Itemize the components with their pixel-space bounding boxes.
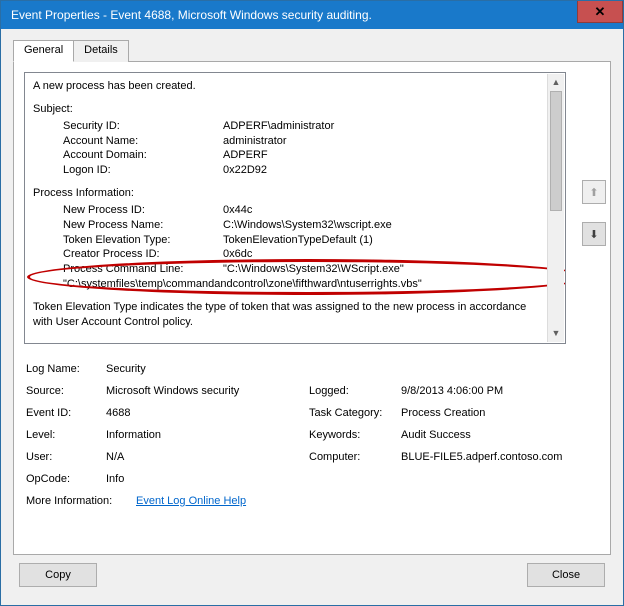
prev-event-button[interactable]: ⬆ (582, 180, 606, 204)
task-category-value: Process Creation (401, 407, 564, 419)
new-process-id-label: New Process ID: (63, 203, 223, 218)
scroll-down-icon[interactable]: ▼ (548, 325, 564, 342)
subject-header: Subject: (33, 102, 539, 117)
close-icon: ✕ (595, 4, 606, 20)
user-value: N/A (106, 451, 309, 463)
log-name-label: Log Name: (26, 363, 106, 375)
more-information-label: More Information: (26, 495, 136, 507)
desc-footer: Token Elevation Type indicates the type … (33, 300, 539, 330)
user-label: User: (26, 451, 106, 463)
scroll-up-icon[interactable]: ▲ (548, 74, 564, 91)
event-log-online-help-link[interactable]: Event Log Online Help (136, 495, 246, 507)
desc-heading: A new process has been created. (33, 79, 539, 94)
opcode-value: Info (106, 473, 309, 485)
security-id-label: Security ID: (63, 119, 223, 134)
event-properties-window: Event Properties - Event 4688, Microsoft… (0, 0, 624, 606)
level-value: Information (106, 429, 309, 441)
new-process-name-label: New Process Name: (63, 218, 223, 233)
event-id-value: 4688 (106, 407, 309, 419)
opcode-label: OpCode: (26, 473, 106, 485)
token-elevation-type-label: Token Elevation Type: (63, 233, 223, 248)
account-domain-value: ADPERF (223, 148, 268, 163)
event-id-label: Event ID: (26, 407, 106, 419)
log-name-value: Security (106, 363, 309, 375)
logon-id-value: 0x22D92 (223, 163, 267, 178)
source-label: Source: (26, 385, 106, 397)
keywords-value: Audit Success (401, 429, 564, 441)
titlebar[interactable]: Event Properties - Event 4688, Microsoft… (1, 1, 623, 29)
new-process-name-value: C:\Windows\System32\wscript.exe (223, 218, 392, 233)
event-description: A new process has been created. Subject:… (24, 72, 566, 344)
tab-details[interactable]: Details (73, 40, 129, 62)
computer-value: BLUE-FILE5.adperf.contoso.com (401, 451, 564, 463)
account-name-label: Account Name: (63, 134, 223, 149)
event-summary: Log Name: Security Source: Microsoft Win… (24, 354, 566, 512)
logged-label: Logged: (309, 385, 401, 397)
close-button[interactable]: Close (527, 563, 605, 587)
description-scrollbar[interactable]: ▲ ▼ (547, 74, 564, 342)
creator-process-id-value: 0x6dc (223, 247, 252, 262)
window-close-button[interactable]: ✕ (577, 1, 623, 23)
new-process-id-value: 0x44c (223, 203, 252, 218)
next-event-button[interactable]: ⬇ (582, 222, 606, 246)
tab-general[interactable]: General (13, 40, 74, 62)
security-id-value: ADPERF\administrator (223, 119, 334, 134)
source-value: Microsoft Windows security (106, 385, 309, 397)
scroll-thumb[interactable] (550, 91, 562, 211)
arrow-down-icon: ⬇ (589, 228, 598, 241)
tab-panel-general: ⬆ ⬇ A new process has been created. Subj… (13, 61, 611, 555)
account-domain-label: Account Domain: (63, 148, 223, 163)
keywords-label: Keywords: (309, 429, 401, 441)
client-area: General Details ⬆ ⬇ A new process has be… (1, 29, 623, 605)
logon-id-label: Logon ID: (63, 163, 223, 178)
process-info-header: Process Information: (33, 186, 539, 201)
level-label: Level: (26, 429, 106, 441)
task-category-label: Task Category: (309, 407, 401, 419)
token-elevation-type-value: TokenElevationTypeDefault (1) (223, 233, 373, 248)
computer-label: Computer: (309, 451, 401, 463)
creator-process-id-label: Creator Process ID: (63, 247, 223, 262)
logged-value: 9/8/2013 4:06:00 PM (401, 385, 564, 397)
tabstrip: General Details (13, 39, 611, 61)
window-title: Event Properties - Event 4688, Microsoft… (11, 8, 623, 22)
process-command-line-label: Process Command Line: (63, 262, 223, 277)
arrow-up-icon: ⬆ (589, 186, 598, 199)
scroll-track[interactable] (548, 91, 564, 325)
account-name-value: administrator (223, 134, 287, 149)
copy-button[interactable]: Copy (19, 563, 97, 587)
dialog-button-row: Copy Close (13, 555, 611, 595)
